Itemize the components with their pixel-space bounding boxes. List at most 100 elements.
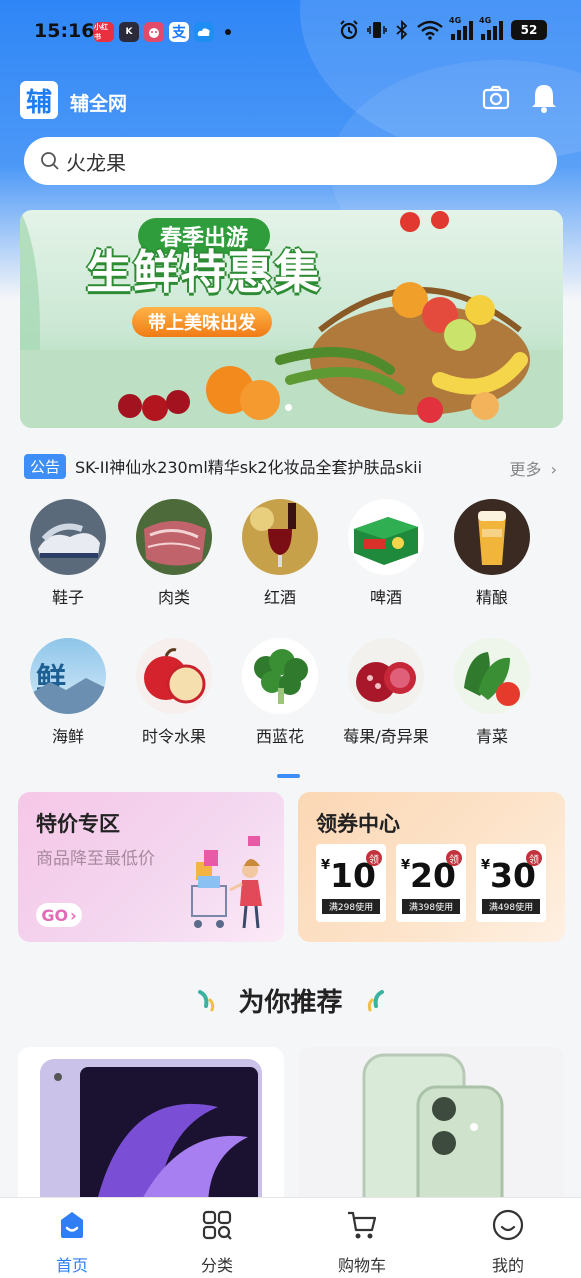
go-label: GO xyxy=(41,905,69,925)
go-button[interactable]: GO › xyxy=(36,903,82,927)
bluetooth-icon xyxy=(396,20,408,40)
notification-bell-icon[interactable] xyxy=(528,82,560,114)
tab-profile[interactable]: 我的 xyxy=(458,1208,558,1276)
apple-icon xyxy=(136,638,212,714)
battery-indicator: 52 xyxy=(511,20,547,40)
special-price-subtitle: 商品降至最低价 xyxy=(36,849,155,869)
category-seafood[interactable]: 鲜 海鲜 xyxy=(18,638,118,747)
game-app-icon xyxy=(144,22,164,42)
notice-more-label: 更多 xyxy=(509,460,542,479)
banner-title: 生鲜特惠集 xyxy=(86,245,321,299)
category-label: 精酿 xyxy=(475,588,508,607)
more-notifications-dot xyxy=(225,29,231,35)
banner-pagination xyxy=(285,404,292,411)
coupon-condition: 满398使用 xyxy=(402,899,460,914)
search-input[interactable]: 火龙果 xyxy=(66,147,126,176)
wifi-icon xyxy=(417,20,443,40)
coupon-claim-tag: 领 xyxy=(526,850,542,866)
signal-tag-1: 4G xyxy=(449,16,462,25)
berries-icon xyxy=(348,638,424,714)
seafood-icon: 鲜 xyxy=(30,638,106,714)
phone-product-image xyxy=(362,1053,504,1207)
chevron-right-icon: › xyxy=(550,460,557,479)
coupon-center-card[interactable]: 领券中心 ¥ 10 领 满298使用 ¥ 20 领 满398使用 ¥ 30 领 … xyxy=(298,792,565,942)
beer-icon xyxy=(348,499,424,575)
tab-home[interactable]: 首页 xyxy=(22,1208,122,1276)
coupon-currency: ¥ xyxy=(481,858,491,873)
category-seasonal-fruit[interactable]: 时令水果 xyxy=(124,638,224,747)
coupon-condition: 满298使用 xyxy=(322,899,380,914)
signal-tag-2: 4G xyxy=(479,16,492,25)
notice-text[interactable]: SK-II神仙水230ml精华sk2化妆品全套护肤品skii xyxy=(75,454,495,478)
status-indicators: 4G 4G 52 xyxy=(339,16,547,40)
alarm-icon xyxy=(340,20,358,40)
status-bar: 15:16 小红书 K 支 4G 4G 52 xyxy=(0,0,581,62)
shopping-girl-illustration xyxy=(191,836,262,929)
banner-dot-active xyxy=(285,404,292,411)
tab-label: 购物车 xyxy=(337,1256,386,1275)
alipay-icon: 支 xyxy=(169,22,189,42)
category-label: 肉类 xyxy=(157,588,190,607)
xiaohongshu-icon: 小红书 xyxy=(94,22,114,42)
notice-more-link[interactable]: 更多 › xyxy=(509,456,557,480)
category-label: 时令水果 xyxy=(141,727,206,746)
recommend-title: 为你推荐 xyxy=(238,988,343,1018)
shoes-icon xyxy=(30,499,106,575)
category-page-indicator xyxy=(277,774,300,778)
meat-icon xyxy=(136,499,212,575)
category-craft-beer[interactable]: 精酿 xyxy=(442,499,542,608)
category-label: 鞋子 xyxy=(51,588,84,607)
status-time: 15:16 xyxy=(34,20,95,42)
banner-slogan: 带上美味出发 xyxy=(132,307,272,337)
search-icon xyxy=(41,152,59,170)
coupon-30[interactable]: ¥ 30 领 满498使用 xyxy=(476,844,546,922)
tablet-product-image xyxy=(40,1059,262,1207)
coupon-center-title: 领券中心 xyxy=(316,812,400,836)
promo-banner[interactable]: 春季出游 生鲜特惠集 带上美味出发 xyxy=(20,210,563,428)
search-bar[interactable]: 火龙果 xyxy=(24,137,557,185)
category-grid-icon xyxy=(202,1210,232,1240)
special-price-zone-card[interactable]: 特价专区 商品降至最低价 GO › xyxy=(18,792,284,942)
profile-smile-icon xyxy=(492,1209,524,1241)
vibrate-icon xyxy=(367,22,387,38)
category-label: 青菜 xyxy=(475,727,508,746)
tab-category[interactable]: 分类 xyxy=(167,1208,267,1276)
category-label: 西蓝花 xyxy=(255,727,304,746)
category-shoes[interactable]: 鞋子 xyxy=(18,499,118,608)
notice-bar[interactable]: 公告 SK-II神仙水230ml精华sk2化妆品全套护肤品skii 更多 › xyxy=(24,450,557,482)
product-card-phone[interactable] xyxy=(298,1047,564,1207)
coupon-10[interactable]: ¥ 10 领 满298使用 xyxy=(316,844,386,922)
special-price-title: 特价专区 xyxy=(36,812,120,836)
category-label: 海鲜 xyxy=(51,727,84,746)
category-meat[interactable]: 肉类 xyxy=(124,499,224,608)
camera-scan-icon[interactable] xyxy=(482,84,510,112)
category-broccoli[interactable]: 西蓝花 xyxy=(230,638,330,747)
coupon-currency: ¥ xyxy=(401,858,411,873)
broccoli-icon xyxy=(242,638,318,714)
coupon-claim-tag: 领 xyxy=(366,850,382,866)
category-label: 莓果/奇异果 xyxy=(343,727,429,746)
greens-icon xyxy=(454,638,530,714)
red-wine-icon xyxy=(242,499,318,575)
category-greens[interactable]: 青菜 xyxy=(442,638,542,747)
category-beer[interactable]: 啤酒 xyxy=(336,499,436,608)
category-label: 红酒 xyxy=(263,588,296,607)
craft-beer-icon xyxy=(454,499,530,575)
tab-label: 首页 xyxy=(55,1256,88,1275)
k-app-icon: K xyxy=(119,22,139,42)
bottom-tab-bar: 首页 分类 购物车 我的 xyxy=(0,1197,581,1278)
chevron-right-icon: › xyxy=(70,905,77,925)
coupon-20[interactable]: ¥ 20 领 满398使用 xyxy=(396,844,466,922)
tab-cart[interactable]: 购物车 xyxy=(312,1208,412,1276)
coupon-claim-tag: 领 xyxy=(446,850,462,866)
cloud-app-icon xyxy=(194,22,214,42)
category-red-wine[interactable]: 红酒 xyxy=(230,499,330,608)
leaf-decoration-icon xyxy=(367,990,384,1012)
category-label: 啤酒 xyxy=(369,588,402,607)
app-name: 辅全网 xyxy=(70,93,128,115)
notice-badge: 公告 xyxy=(24,453,67,479)
status-app-icons: 小红书 K 支 xyxy=(94,22,231,42)
tab-label: 我的 xyxy=(491,1256,524,1275)
category-berries-kiwi[interactable]: 莓果/奇异果 xyxy=(336,638,436,747)
product-card-tablet[interactable] xyxy=(18,1047,284,1207)
